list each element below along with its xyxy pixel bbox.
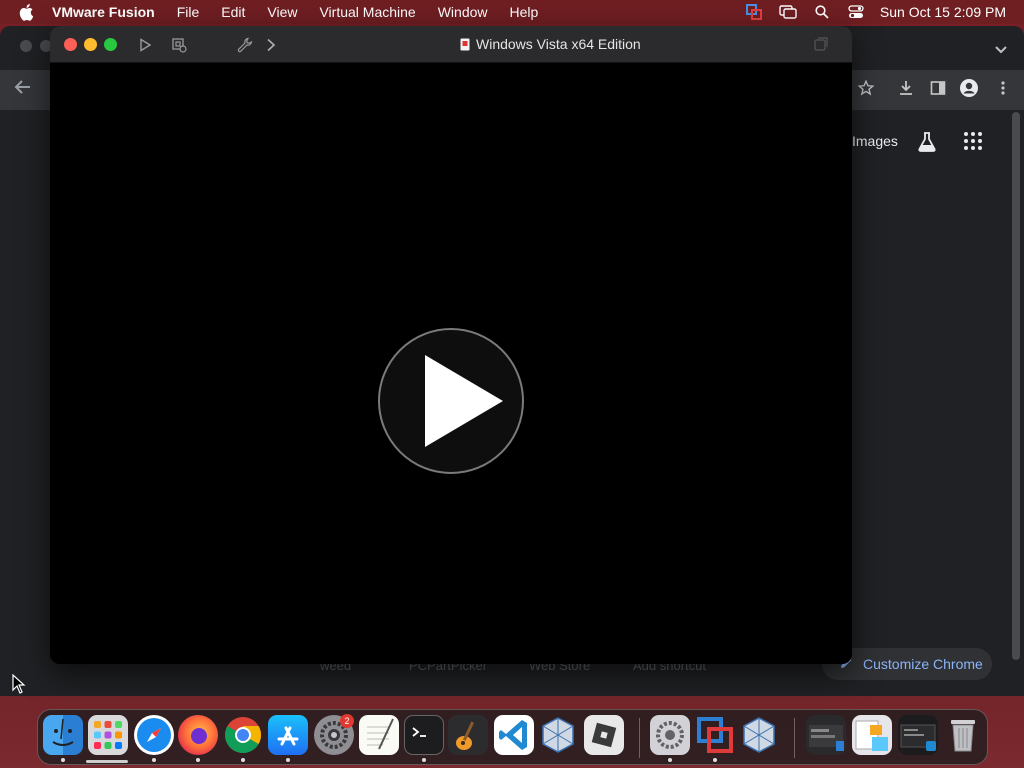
menu-app-name[interactable]: VMware Fusion — [52, 4, 155, 20]
chrome-menu-icon[interactable] — [992, 77, 1014, 99]
vmware-fusion-window: Windows Vista x64 Edition — [50, 26, 852, 664]
screen-mirroring-icon[interactable] — [778, 4, 798, 20]
dock: 2 — [37, 709, 988, 765]
roblox-icon[interactable] — [584, 715, 624, 755]
vmware-status-icon[interactable] — [744, 4, 764, 20]
back-arrow-icon[interactable] — [12, 78, 34, 100]
profile-avatar-icon[interactable] — [958, 77, 980, 99]
system-preferences-icon[interactable] — [650, 715, 690, 755]
vm-display-area[interactable] — [50, 64, 852, 664]
visual-studio-code-icon[interactable] — [494, 715, 534, 755]
download-icon[interactable] — [895, 77, 917, 99]
window-close-button[interactable] — [64, 38, 77, 51]
finder-icon[interactable] — [43, 715, 83, 755]
trash-icon[interactable] — [943, 715, 983, 755]
terminal-running-dot — [422, 758, 426, 762]
vm-title-text: Windows Vista x64 Edition — [476, 36, 641, 52]
chrome-scrollbar[interactable] — [1012, 112, 1020, 660]
vm-window-title: Windows Vista x64 Edition — [460, 36, 641, 52]
vm-power-on-play-button[interactable] — [377, 327, 525, 475]
enter-fullscreen-icon[interactable] — [814, 37, 830, 53]
vmware-fusion-icon[interactable] — [695, 715, 735, 755]
menu-window[interactable]: Window — [438, 4, 488, 20]
side-panel-icon[interactable] — [927, 77, 949, 99]
safari-running-dot — [152, 758, 156, 762]
customize-chrome-label: Customize Chrome — [863, 656, 983, 672]
apple-menu-icon[interactable] — [16, 1, 38, 23]
terminal-icon[interactable] — [404, 715, 444, 755]
vm-document-icon — [460, 38, 470, 51]
chevron-right-icon[interactable] — [261, 35, 281, 55]
app-store-running-dot — [286, 758, 290, 762]
firefox-running-dot — [196, 758, 200, 762]
dock-separator — [639, 718, 640, 758]
preferences-running-dot — [668, 758, 672, 762]
finder-running-dot — [61, 758, 65, 762]
spotlight-search-icon[interactable] — [812, 4, 832, 20]
menu-edit[interactable]: Edit — [221, 4, 245, 20]
virtualbox-secondary-icon[interactable] — [739, 715, 779, 755]
dock-separator-2 — [794, 718, 795, 758]
images-link[interactable]: Images — [852, 133, 898, 149]
google-apps-grid-icon[interactable] — [963, 131, 987, 155]
downloads-stack-icon[interactable] — [852, 715, 892, 755]
wrench-settings-icon[interactable] — [235, 35, 255, 55]
chrome-close-button[interactable] — [20, 40, 32, 52]
minimized-window-thumbnail-2[interactable] — [898, 715, 938, 755]
menu-view[interactable]: View — [267, 4, 297, 20]
textedit-icon[interactable] — [359, 715, 399, 755]
menu-bar: VMware Fusion File Edit View Virtual Mac… — [0, 0, 1024, 24]
snapshot-icon[interactable] — [169, 35, 189, 55]
dock-launchpad-indicator — [86, 760, 128, 763]
control-center-icon[interactable] — [846, 4, 866, 20]
vm-play-toolbar-icon[interactable] — [135, 35, 155, 55]
safari-icon[interactable] — [134, 715, 174, 755]
tab-search-chevron-icon[interactable] — [994, 42, 1008, 56]
mouse-cursor-icon — [12, 673, 26, 694]
window-minimize-button[interactable] — [84, 38, 97, 51]
menu-file[interactable]: File — [177, 4, 200, 20]
firefox-icon[interactable] — [178, 715, 218, 755]
google-chrome-icon[interactable] — [223, 715, 263, 755]
vm-title-bar[interactable]: Windows Vista x64 Edition — [50, 26, 852, 63]
settings-notification-badge: 2 — [340, 714, 354, 728]
virtualbox-icon[interactable] — [538, 715, 578, 755]
launchpad-icon[interactable] — [88, 715, 128, 755]
labs-flask-icon[interactable] — [915, 130, 939, 154]
app-store-icon[interactable] — [268, 715, 308, 755]
menu-virtual-machine[interactable]: Virtual Machine — [319, 4, 415, 20]
menu-help[interactable]: Help — [510, 4, 539, 20]
vmware-running-dot — [713, 758, 717, 762]
menu-bar-clock[interactable]: Sun Oct 15 2:09 PM — [880, 4, 1006, 20]
minimized-window-thumbnail[interactable] — [806, 715, 846, 755]
garageband-icon[interactable] — [448, 715, 488, 755]
chrome-running-dot — [241, 758, 245, 762]
bookmark-star-icon[interactable] — [855, 77, 877, 99]
window-zoom-button[interactable] — [104, 38, 117, 51]
